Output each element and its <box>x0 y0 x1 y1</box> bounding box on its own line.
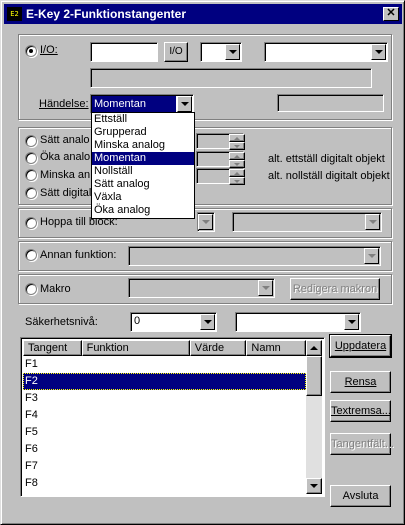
analog-increase-label: Öka analo <box>40 151 91 163</box>
dropdown-option[interactable]: Sätt analog <box>92 178 194 191</box>
io-type-combo[interactable] <box>200 42 242 62</box>
chevron-down-icon <box>365 214 380 230</box>
close-button[interactable]: Avsluta <box>330 485 391 507</box>
column-header-name[interactable]: Namn <box>246 340 306 356</box>
table-row[interactable]: F7 <box>23 458 306 475</box>
io-label: I/O: <box>40 44 58 56</box>
event-label: Händelse: <box>39 98 89 110</box>
chevron-down-icon[interactable] <box>177 96 192 112</box>
table-row[interactable]: F6 <box>23 441 306 458</box>
event-side-field <box>277 94 384 112</box>
column-header-function[interactable]: Funktion <box>81 340 190 356</box>
event-dropdown-list[interactable]: Ettställ Grupperad Minska analog Momenta… <box>91 112 195 219</box>
chevron-down-icon[interactable] <box>225 44 240 60</box>
analog-increase-radio[interactable] <box>25 152 37 164</box>
table-scrollbar[interactable] <box>306 340 322 494</box>
function-key-table[interactable]: Tangent Funktion Värde Namn F1 F2 F3 F4 … <box>20 337 325 497</box>
table-body: F1 F2 F3 F4 F5 F6 F7 F8 F9 <box>23 356 306 494</box>
scroll-thumb[interactable] <box>306 356 322 396</box>
other-function-radio[interactable] <box>25 249 37 261</box>
chevron-down-icon[interactable] <box>344 314 359 330</box>
table-row[interactable]: F4 <box>23 407 306 424</box>
event-combo[interactable]: Momentan <box>90 94 194 114</box>
text-strip-button[interactable]: Textremsa... <box>330 400 391 422</box>
column-header-key[interactable]: Tangent <box>23 340 82 356</box>
window-title: E-Key 2-Funktionstangenter <box>26 7 187 21</box>
event-combo-value: Momentan <box>92 96 176 112</box>
digital-set-radio[interactable] <box>25 187 37 199</box>
dropdown-option-highlighted[interactable]: Momentan <box>92 152 194 165</box>
table-row[interactable]: F9 <box>23 492 306 494</box>
table-row[interactable]: F8 <box>23 475 306 492</box>
analog-decrease-label: Minska an <box>40 169 91 181</box>
dropdown-option[interactable]: Ettställ <box>92 113 194 126</box>
table-header: Tangent Funktion Värde Namn <box>23 340 306 356</box>
jump-block-combo <box>197 212 215 232</box>
macro-combo <box>128 278 275 298</box>
close-icon[interactable]: ✕ <box>383 7 399 21</box>
analog-decrease-spinner <box>229 169 245 185</box>
dialog-window: E2 E-Key 2-Funktionstangenter ✕ I/O: I/O… <box>0 0 405 525</box>
hint-reset-digital: alt. nollställ digitalt objekt <box>268 170 390 182</box>
chevron-down-icon <box>258 280 273 296</box>
analog-set-radio[interactable] <box>25 135 37 147</box>
app-icon: E2 <box>7 7 22 21</box>
chevron-down-icon[interactable] <box>200 314 215 330</box>
clear-button[interactable]: Rensa <box>330 371 391 393</box>
io-object-combo[interactable] <box>264 42 388 62</box>
chevron-down-icon <box>198 214 213 230</box>
io-address-field[interactable] <box>90 42 158 62</box>
io-browse-button[interactable]: I/O <box>164 42 188 62</box>
security-level-value: 0 <box>134 315 141 327</box>
jump-target-combo <box>232 212 382 232</box>
dropdown-option[interactable]: Minska analog <box>92 139 194 152</box>
analog-increase-spinner <box>229 152 245 168</box>
table-row[interactable]: F3 <box>23 390 306 407</box>
key-field-button: Tangentfält... <box>330 433 394 455</box>
jump-radio[interactable] <box>25 217 37 229</box>
macro-radio[interactable] <box>25 283 37 295</box>
column-header-value[interactable]: Värde <box>189 340 247 356</box>
dropdown-option[interactable]: Grupperad <box>92 126 194 139</box>
chevron-down-icon[interactable] <box>371 44 386 60</box>
update-button[interactable]: Uppdatera <box>329 334 392 358</box>
analog-decrease-radio[interactable] <box>25 169 37 181</box>
dropdown-option[interactable]: Växla <box>92 191 194 204</box>
edit-macros-button: Redigera makron <box>290 278 380 300</box>
digital-set-label: Sätt digital <box>40 187 92 199</box>
io-description-field <box>90 68 372 88</box>
other-function-combo <box>128 246 381 266</box>
macro-label: Makro <box>40 283 71 295</box>
other-function-label: Annan funktion: <box>40 249 117 261</box>
table-row[interactable]: F1 <box>23 356 306 373</box>
security-level-combo[interactable]: 0 <box>130 312 217 332</box>
analog-set-label: Sätt analo <box>40 134 90 146</box>
dropdown-option[interactable]: Öka analog <box>92 204 194 217</box>
security-group-combo[interactable] <box>235 312 361 332</box>
analog-set-spinner <box>229 134 245 150</box>
hint-set-digital: alt. ettställ digitalt objekt <box>268 153 385 165</box>
security-level-label: Säkerhetsnivå: <box>25 316 98 328</box>
io-radio[interactable] <box>25 45 37 57</box>
table-row[interactable]: F5 <box>23 424 306 441</box>
title-bar[interactable]: E2 E-Key 2-Funktionstangenter ✕ <box>4 4 402 24</box>
table-row[interactable]: F2 <box>23 373 306 390</box>
scroll-up-icon[interactable] <box>306 340 322 356</box>
scroll-down-icon[interactable] <box>306 478 322 494</box>
chevron-down-icon <box>364 248 379 264</box>
dropdown-option[interactable]: Nollställ <box>92 165 194 178</box>
